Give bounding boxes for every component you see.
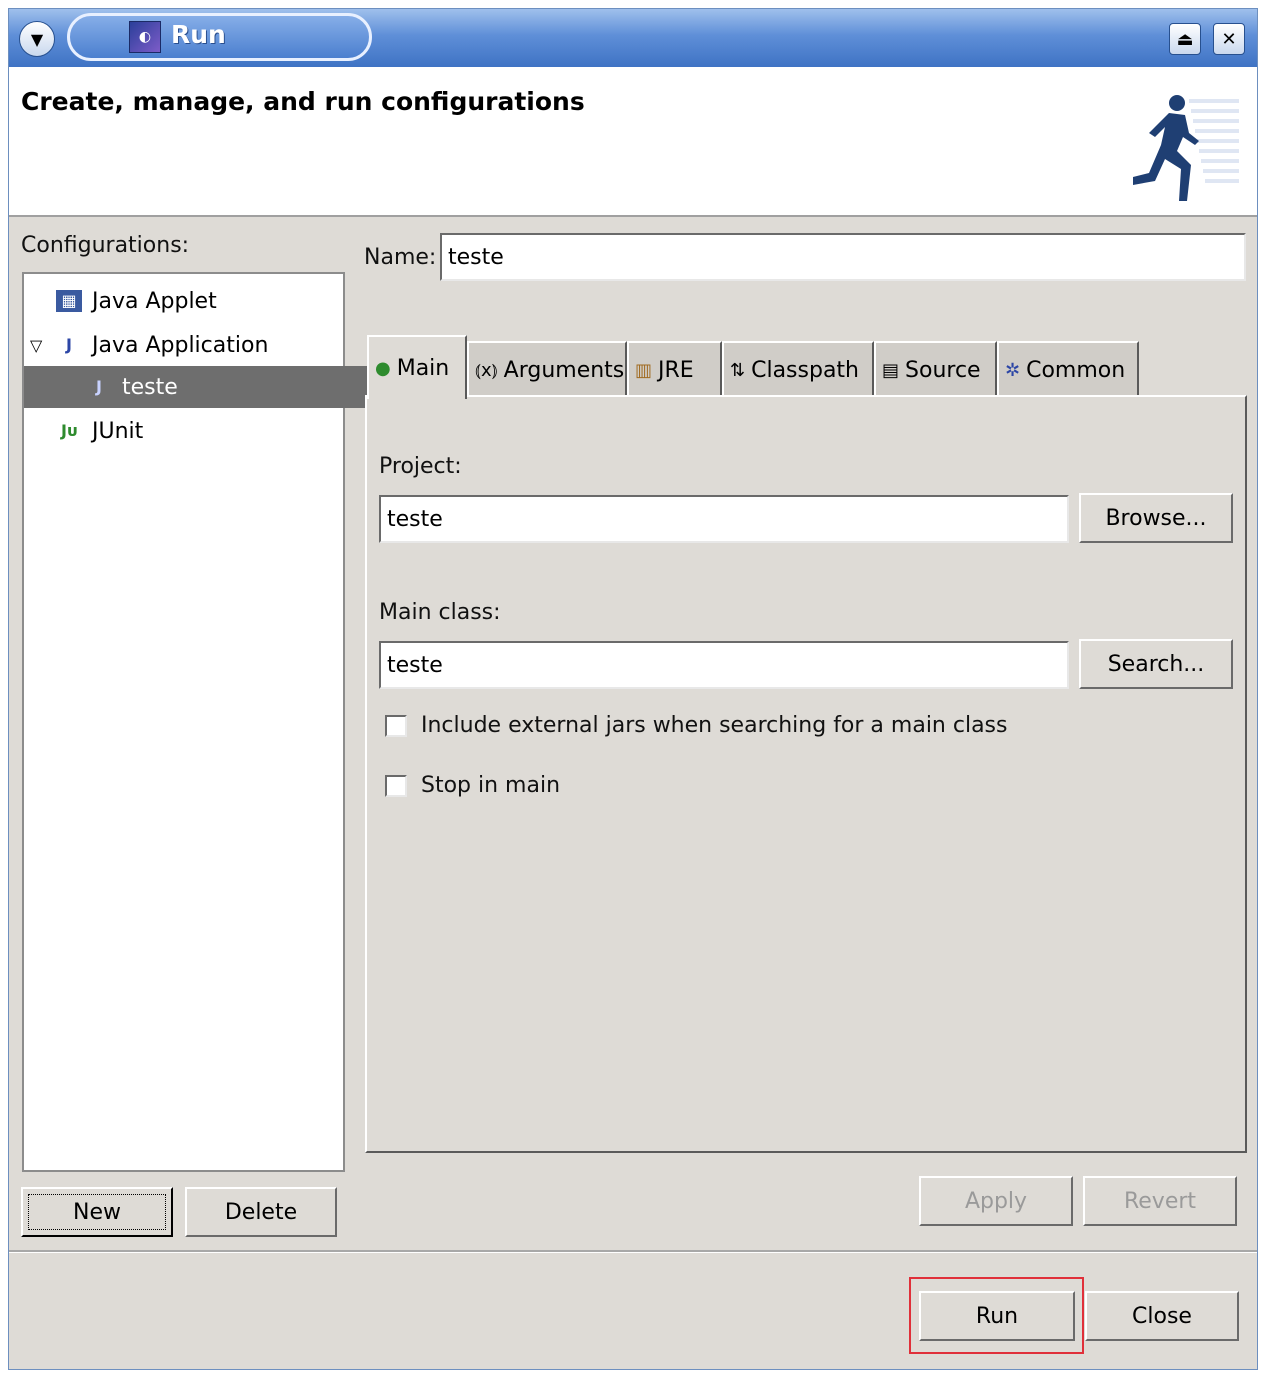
eclipse-app-icon: ◐: [129, 21, 161, 53]
tab-label: Common: [1026, 357, 1126, 383]
configurations-label: Configurations:: [21, 233, 190, 258]
tree-item-junit[interactable]: Jᴜ JUnit: [24, 410, 376, 452]
tab-label: Arguments: [503, 357, 625, 383]
configurations-tree[interactable]: ▦ Java Applet ▽ J Java Application J tes…: [22, 272, 406, 1172]
running-man-icon: [1133, 95, 1239, 201]
name-field[interactable]: teste: [440, 233, 1246, 281]
stop-in-main-checkbox[interactable]: [385, 775, 407, 797]
tree-item-label: JUnit: [92, 418, 144, 444]
close-button[interactable]: Close: [1085, 1291, 1239, 1341]
shade-button[interactable]: ⏏: [1169, 23, 1201, 55]
delete-button[interactable]: Delete: [185, 1187, 337, 1237]
include-jars-checkbox[interactable]: [385, 715, 407, 737]
main-class-label: Main class:: [379, 600, 501, 625]
java-application-icon: J: [66, 335, 72, 354]
apply-button[interactable]: Apply: [919, 1176, 1073, 1226]
tab-label: Source: [905, 357, 981, 383]
tab-arguments[interactable]: ⦅x⦆ Arguments: [467, 341, 627, 397]
window-title: Run: [171, 20, 226, 49]
jre-tab-icon: ▥: [635, 359, 653, 381]
project-label: Project:: [379, 454, 462, 479]
tab-label: Classpath: [751, 357, 859, 383]
junit-icon: Jᴜ: [60, 421, 78, 440]
title-bar: ▼ ◐ Run ⏏ ✕: [9, 9, 1257, 67]
main-tab-icon: ●: [375, 357, 391, 379]
main-class-field[interactable]: teste: [379, 641, 1069, 689]
browse-button[interactable]: Browse...: [1079, 493, 1233, 543]
search-button[interactable]: Search...: [1079, 639, 1233, 689]
common-tab-icon: ✲: [1005, 359, 1021, 381]
include-jars-label: Include external jars when searching for…: [421, 713, 1008, 738]
classpath-tab-icon: ⇅: [730, 359, 746, 381]
tree-item-label: Java Applet: [92, 288, 217, 314]
tab-main[interactable]: ● Main: [367, 335, 467, 399]
run-button[interactable]: Run: [919, 1291, 1075, 1341]
tab-source[interactable]: ▤ Source: [874, 341, 997, 397]
tab-common[interactable]: ✲ Common: [997, 341, 1139, 397]
project-field[interactable]: teste: [379, 495, 1069, 543]
tab-label: JRE: [658, 357, 694, 383]
stop-in-main-label: Stop in main: [421, 773, 561, 798]
new-button[interactable]: New: [21, 1187, 173, 1237]
tree-item-java-application[interactable]: ▽ J Java Application: [24, 324, 376, 366]
name-label: Name:: [364, 245, 437, 270]
tab-classpath[interactable]: ⇅ Classpath: [722, 341, 874, 397]
java-class-icon: J: [96, 377, 102, 396]
collapse-twisty-icon[interactable]: ▽: [30, 336, 42, 355]
header-title: Create, manage, and run configurations: [21, 87, 585, 116]
close-window-button[interactable]: ✕: [1213, 23, 1245, 55]
revert-button[interactable]: Revert: [1083, 1176, 1237, 1226]
tab-label: Main: [396, 355, 450, 381]
tab-jre[interactable]: ▥ JRE: [627, 341, 722, 397]
dialog-header: Create, manage, and run configurations: [9, 67, 1257, 217]
tree-item-teste[interactable]: J teste: [24, 366, 406, 408]
tree-item-label: teste: [122, 374, 178, 400]
window-menu-icon[interactable]: ▼: [19, 21, 55, 57]
arguments-tab-icon: ⦅x⦆: [475, 359, 498, 381]
java-applet-icon: ▦: [56, 290, 82, 312]
tree-item-label: Java Application: [92, 332, 269, 358]
tree-item-java-applet[interactable]: ▦ Java Applet: [24, 280, 376, 322]
run-dialog: ▼ ◐ Run ⏏ ✕ Create, manage, and run conf…: [8, 8, 1258, 1370]
footer-separator: [9, 1250, 1257, 1253]
source-tab-icon: ▤: [882, 359, 900, 381]
